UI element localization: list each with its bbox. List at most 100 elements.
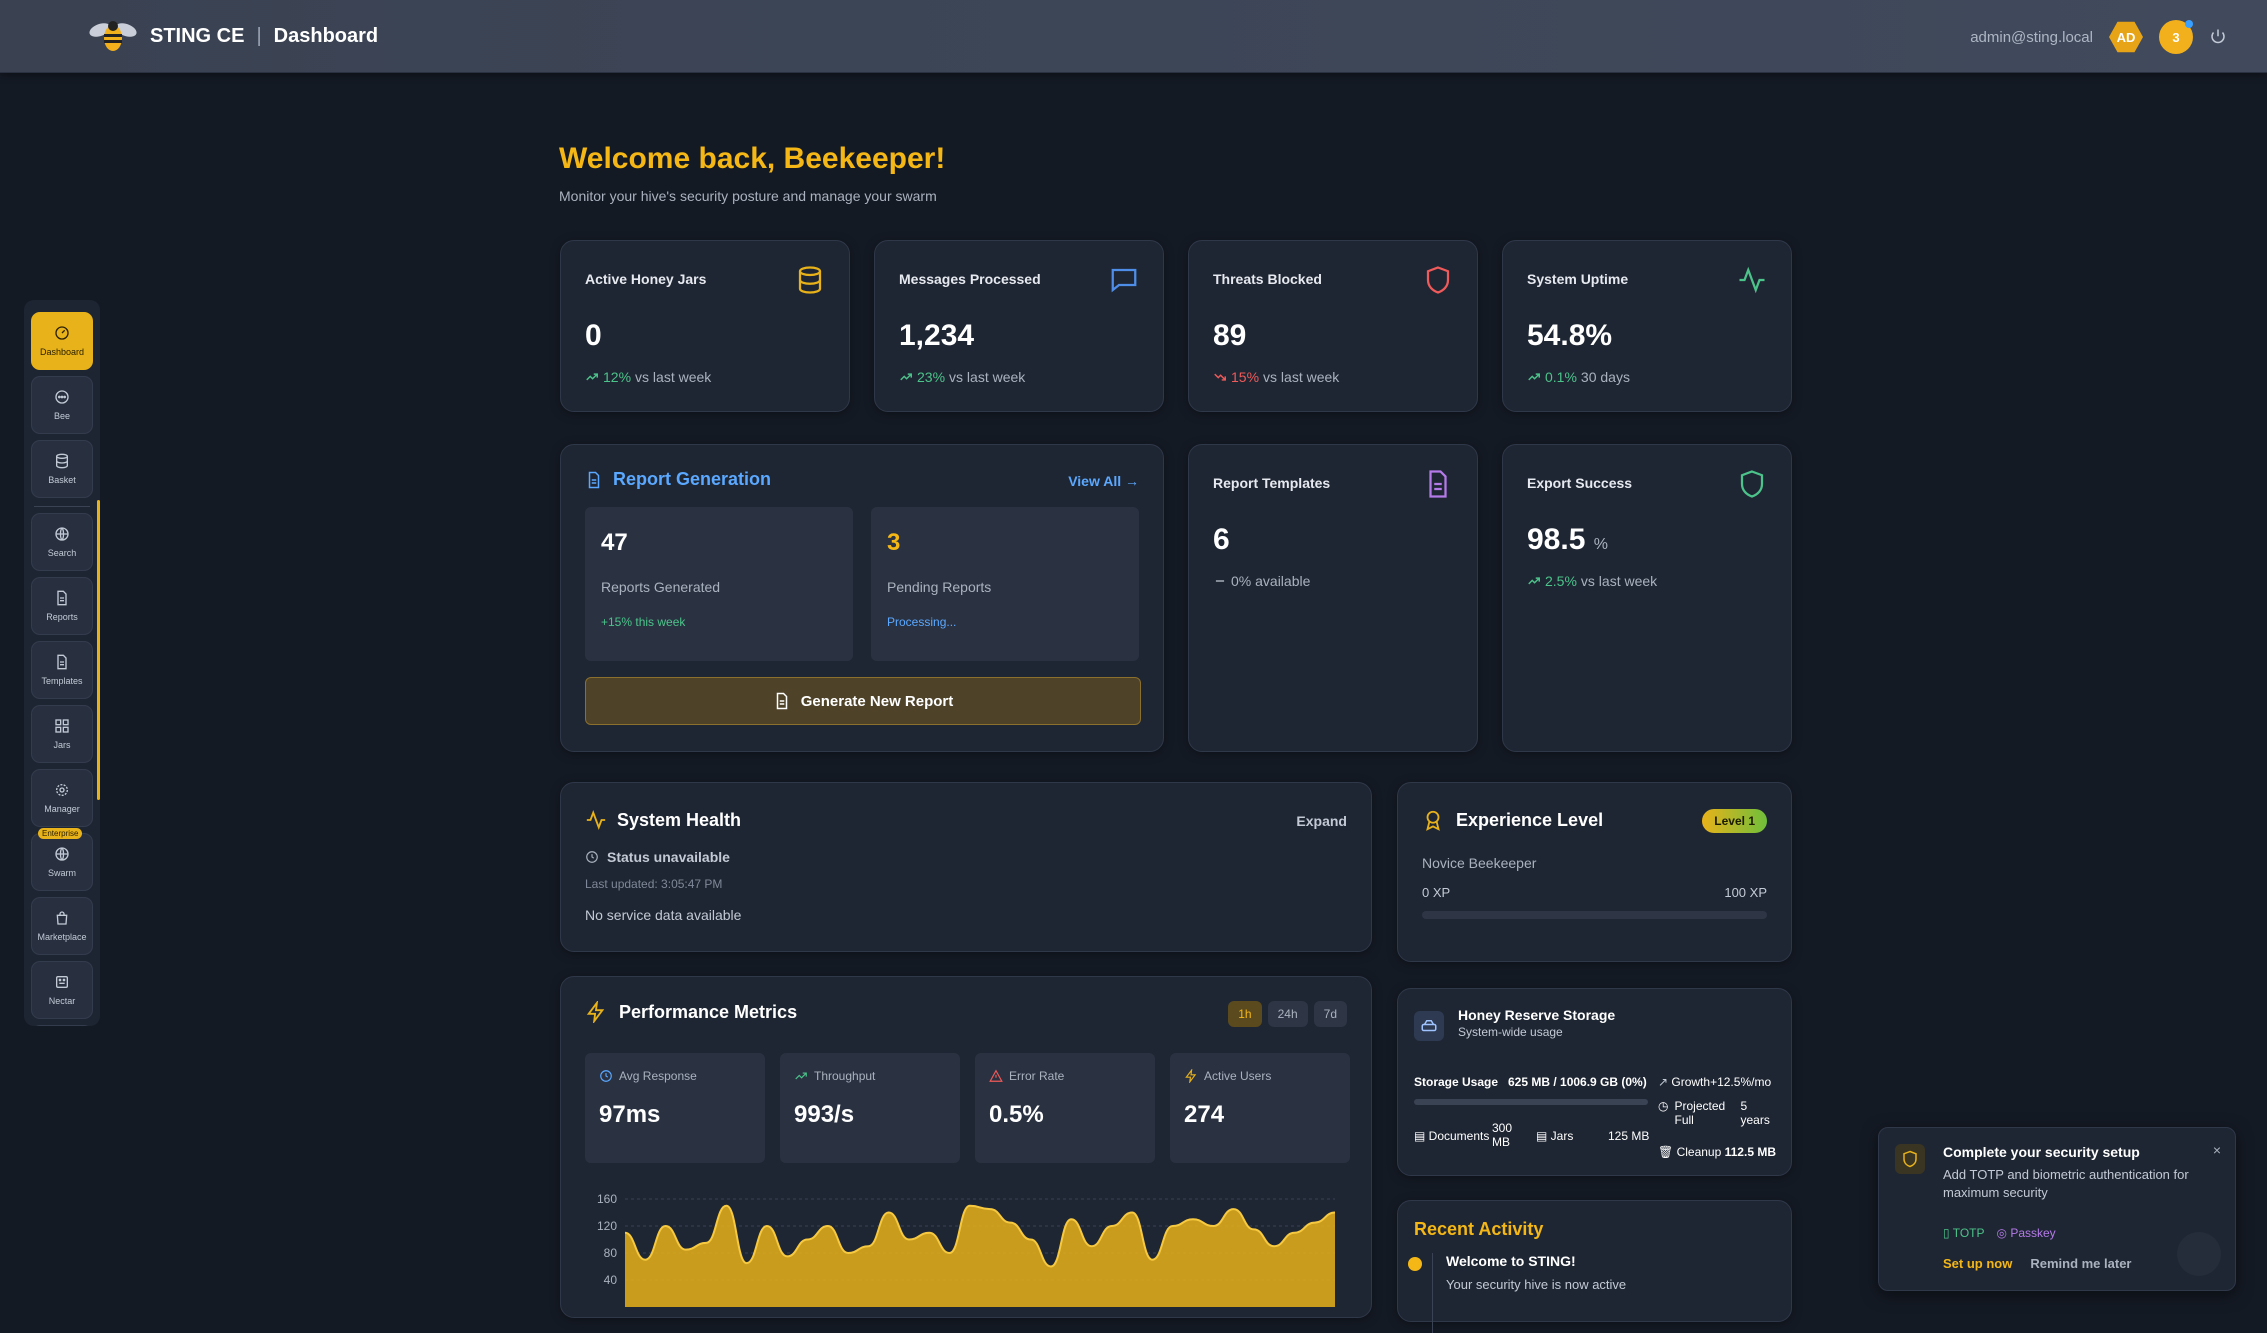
metric-value: 97ms (599, 1101, 661, 1128)
stat-trend: 15% vs last week (1213, 369, 1339, 385)
toast-title: Complete your security setup (1943, 1144, 2140, 1160)
stat-card-messages[interactable]: Messages Processed 1,234 23% vs last week (874, 240, 1164, 412)
sidebar-item-nectar[interactable]: Nectar (31, 961, 93, 1019)
sidebar-item-label: Search (47, 548, 77, 558)
stat-title: Threats Blocked (1213, 271, 1322, 287)
tab-24h[interactable]: 24h (1267, 1001, 1308, 1027)
chat-icon (1111, 268, 1137, 293)
brand[interactable]: STING CE | Dashboard (88, 18, 378, 54)
stat-trend: 23% vs last week (899, 369, 1025, 385)
sidebar-item-label: Bee (53, 411, 70, 421)
metric-error-rate[interactable]: Error Rate 0.5% (975, 1053, 1155, 1163)
sidebar-item-bee[interactable]: Bee (31, 376, 93, 434)
sidebar-item-dashboard[interactable]: Dashboard (31, 312, 93, 370)
y-tick-label: 160 (597, 1192, 617, 1206)
expand-button[interactable]: Expand (1296, 813, 1347, 829)
activity-item-desc: Your security hive is now active (1446, 1277, 1627, 1292)
sidebar-item-label: Reports (46, 612, 78, 622)
tab-7d[interactable]: 7d (1313, 1001, 1347, 1027)
document-icon (57, 590, 67, 606)
sidebar-item-label: Marketplace (37, 932, 87, 942)
grid-icon (55, 719, 69, 733)
xp-progress-bar (1422, 911, 1767, 919)
view-all-link[interactable]: View All → (1068, 473, 1139, 489)
document-icon (57, 654, 67, 670)
trend-up-icon (900, 373, 912, 381)
metric-value: 274 (1184, 1101, 1225, 1128)
stat-title: Messages Processed (899, 271, 1041, 287)
storage-usage-bar (1414, 1099, 1648, 1105)
usage-value: 625 MB / 1006.9 GB (0%) (1508, 1075, 1647, 1089)
sidebar-item-manager[interactable]: Manager (31, 769, 93, 827)
documents-value: 300 MB (1492, 1121, 1513, 1149)
sidebar-item-label: Swarm (47, 868, 76, 878)
document-icon (776, 692, 787, 710)
remind-later-button[interactable]: Remind me later (2030, 1256, 2131, 1271)
stat-value: 0 (585, 319, 602, 352)
metric-avg-response[interactable]: Avg Response 97ms (585, 1053, 765, 1163)
top-bar: STING CE | Dashboard admin@sting.local A… (0, 0, 2267, 73)
recent-activity-card: Recent Activity Welcome to STING! Your s… (1397, 1200, 1792, 1333)
performance-chart: 160 120 80 40 (597, 1192, 1336, 1307)
tab-1h[interactable]: 1h (1228, 1001, 1262, 1027)
sidebar-item-search[interactable]: Search (31, 513, 93, 571)
shield-icon (1740, 470, 1764, 498)
sidebar-item-marketplace[interactable]: Marketplace (31, 897, 93, 955)
document-icon (588, 471, 600, 488)
stat-card-honey-jars[interactable]: Active Honey Jars 0 12% vs last week (560, 240, 850, 412)
setup-now-button[interactable]: Set up now (1943, 1256, 2012, 1271)
generate-report-button[interactable]: Generate New Report (585, 677, 1141, 725)
reports-generated-value: 47 (601, 529, 628, 556)
stat-trend: 0.1% 30 days (1527, 369, 1630, 385)
export-success-card[interactable]: Export Success 98.5 % 2.5% vs last week (1502, 444, 1792, 752)
metric-throughput[interactable]: Throughput 993/s (780, 1053, 960, 1163)
reports-generated-label: Reports Generated (601, 579, 721, 595)
bolt-icon (1185, 1069, 1197, 1083)
activity-dot (1408, 1257, 1422, 1271)
logout-icon[interactable] (2209, 28, 2227, 46)
xp-max: 100 XP (1724, 885, 1767, 900)
sidebar-item-label: Jars (53, 740, 71, 750)
system-health-title: System Health (585, 809, 741, 831)
stat-title: System Uptime (1527, 271, 1629, 287)
stat-card-uptime[interactable]: System Uptime 54.8% 0.1% 30 days (1502, 240, 1792, 412)
sidebar-item-swarm[interactable]: Enterprise Swarm (31, 828, 93, 891)
notifications-badge[interactable]: 3 (2159, 20, 2193, 54)
stat-value: 54.8% (1527, 319, 1613, 352)
activity-icon (1739, 266, 1765, 294)
brand-name: STING CE (150, 24, 245, 47)
trend-up-icon (1528, 373, 1540, 381)
help-fab[interactable] (2177, 1232, 2221, 1276)
report-generation-card: Report Generation View All → 47 Reports … (560, 444, 1164, 752)
stat-card-threats[interactable]: Threats Blocked 89 15% vs last week (1188, 240, 1478, 412)
sidebar-item-label: Dashboard (39, 347, 85, 357)
stat-value: 98.5 % (1527, 523, 1608, 556)
xp-min: 0 XP (1422, 885, 1451, 900)
sidebar-scrollbar[interactable] (97, 500, 100, 800)
metric-value: 0.5% (989, 1101, 1044, 1128)
storage-icon (1414, 1011, 1444, 1041)
report-templates-card[interactable]: Report Templates 6 0% available (1188, 444, 1478, 752)
performance-title: Performance Metrics (585, 1001, 797, 1023)
reports-generated-box[interactable]: 47 Reports Generated +15% this week (585, 507, 853, 661)
trend-up-icon (795, 1072, 807, 1080)
metric-active-users[interactable]: Active Users 274 (1170, 1053, 1350, 1163)
sidebar-item-label: Templates (41, 676, 83, 686)
sidebar-item-basket[interactable]: Basket (31, 440, 93, 498)
level-badge: Level 1 (1702, 809, 1767, 833)
sidebar-item-jars[interactable]: Jars (31, 705, 93, 763)
welcome-title: Welcome back, Beekeeper! (559, 142, 946, 175)
sidebar-item-templates[interactable]: Templates (31, 641, 93, 699)
pending-reports-box[interactable]: 3 Pending Reports Processing... (871, 507, 1139, 661)
avatar[interactable]: AD (2109, 21, 2143, 53)
database-icon (798, 266, 822, 294)
growth-label: ↗ Growth+12.5%/mo (1658, 1075, 1772, 1089)
sidebar-item-label: Nectar (48, 996, 76, 1006)
projected-full: ◷ Projected Full 5 years (1658, 1099, 1770, 1127)
page-title: Dashboard (273, 24, 379, 47)
sidebar-item-reports[interactable]: Reports (31, 577, 93, 635)
close-icon[interactable]: × (2213, 1142, 2221, 1158)
sidebar-item-more[interactable] (31, 1025, 93, 1026)
passkey-tag: ◎ Passkey (1996, 1226, 2056, 1240)
performance-metrics-card: Performance Metrics 1h 24h 7d Avg Respon… (560, 976, 1372, 1318)
